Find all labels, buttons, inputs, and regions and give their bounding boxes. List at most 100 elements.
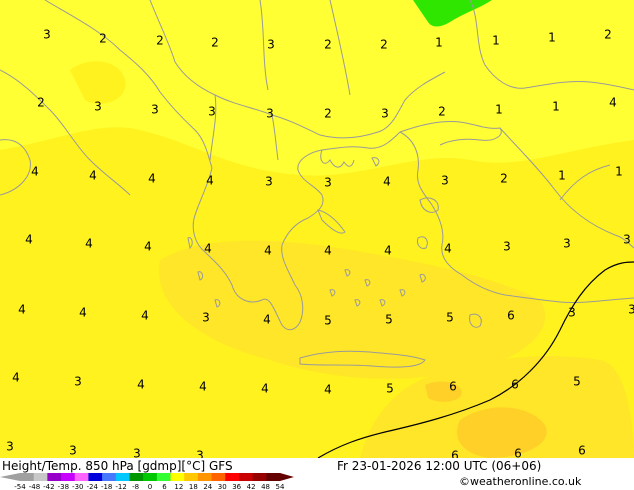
height-label: 2 [99, 32, 107, 46]
colorbar-cell [252, 473, 267, 481]
height-label: 2 [324, 38, 332, 52]
height-label: 3 [196, 449, 204, 459]
height-label: 3 [503, 240, 511, 254]
product-title: Height/Temp. 850 hPa [gdmp][°C] GFS [2, 459, 233, 473]
height-label: 5 [446, 311, 454, 325]
colorbar-tick: 42 [247, 483, 256, 490]
height-label: 3 [69, 444, 77, 458]
height-label: 4 [263, 313, 271, 327]
colorbar-cells [0, 473, 294, 481]
colorbar-cell [33, 473, 48, 481]
height-label: 5 [386, 382, 394, 396]
colorbar-tick-labels: -54 -48 -42 -38 -30 -24 -18 -12 -8 0 6 12 18 24 30 36 42… [14, 483, 285, 490]
colorbar-tick: -18 [101, 483, 112, 490]
temperature-map: 3 2 2 2 3 2 2 1 1 1 2 2 3 3 3 3 2 3 2 1 1 4 4 4 4 4 3 3 4 3 2 1 1 4 4 4 4 4 4 4… [0, 0, 634, 458]
colorbar-tick: -42 [43, 483, 54, 490]
height-label: 4 [85, 237, 93, 251]
colorbar-tick: 0 [148, 483, 152, 490]
height-label: 4 [261, 382, 269, 396]
height-label: 4 [199, 380, 207, 394]
height-label: 4 [31, 165, 39, 179]
height-label: 3 [266, 107, 274, 121]
height-label: 4 [18, 303, 26, 317]
colorbar: -54 -48 -42 -38 -30 -24 -18 -12 -8 0 6 12 18 24 30 36 42… [0, 473, 294, 490]
height-label: 3 [628, 303, 634, 317]
height-label: 2 [37, 96, 45, 110]
height-label: 3 [133, 447, 141, 459]
height-label: 4 [324, 244, 332, 258]
credit-link[interactable]: ©weatheronline.co.uk [459, 475, 581, 488]
colorbar-tick: -30 [72, 483, 83, 490]
height-label: 3 [208, 105, 216, 119]
colorbar-tick: 24 [203, 483, 212, 490]
height-label: 3 [94, 100, 102, 114]
height-label: 6 [514, 447, 522, 459]
colorbar-cell [266, 473, 281, 481]
height-label: 4 [79, 306, 87, 320]
height-label: 2 [604, 28, 612, 42]
height-label: 4 [264, 244, 272, 258]
height-label: 4 [25, 233, 33, 247]
height-label: 5 [573, 375, 581, 389]
colorbar-cell [115, 473, 130, 481]
height-label: 1 [548, 31, 556, 45]
height-label: 1 [558, 169, 566, 183]
colorbar-tick: 30 [218, 483, 227, 490]
colorbar-cell [102, 473, 117, 481]
height-label: 4 [141, 309, 149, 323]
colorbar-arrow-right [280, 473, 294, 481]
valid-time: Fr 23-01-2026 12:00 UTC (06+06) [337, 459, 542, 473]
height-label: 4 [383, 175, 391, 189]
height-label: 3 [267, 38, 275, 52]
height-label: 2 [324, 107, 332, 121]
height-label: 2 [156, 34, 164, 48]
colorbar-tick: 48 [261, 483, 270, 490]
height-label: 3 [568, 306, 576, 320]
colorbar-tick: 18 [189, 483, 198, 490]
colorbar-tick: 36 [232, 483, 241, 490]
height-label: 3 [74, 375, 82, 389]
height-label: 5 [324, 314, 332, 328]
height-label: 3 [324, 176, 332, 190]
colorbar-cell [47, 473, 62, 481]
colorbar-cell [156, 473, 172, 481]
colorbar-tick: -48 [29, 483, 40, 490]
height-label: 3 [202, 311, 210, 325]
colorbar-tick: -8 [132, 483, 139, 490]
colorbar-tick: -12 [115, 483, 126, 490]
height-label: 3 [441, 174, 449, 188]
height-label: 4 [609, 96, 617, 110]
colorbar-cell [74, 473, 89, 481]
height-label: 1 [435, 36, 443, 50]
height-label: 3 [623, 233, 631, 247]
height-label: 3 [563, 237, 571, 251]
colorbar-cell [184, 473, 199, 481]
height-label: 4 [137, 378, 145, 392]
colorbar-cell [211, 473, 226, 481]
height-label: 4 [12, 371, 20, 385]
colorbar-tick: -38 [58, 483, 69, 490]
colorbar-cell [129, 473, 144, 481]
colorbar-cell [197, 473, 213, 481]
height-label: 3 [43, 28, 51, 42]
height-label: 5 [385, 313, 393, 327]
colorbar-cell [61, 473, 76, 481]
height-label: 2 [438, 105, 446, 119]
colorbar-cell [143, 473, 158, 481]
height-label: 4 [89, 169, 97, 183]
height-label: 4 [206, 174, 214, 188]
height-label: 1 [552, 100, 560, 114]
height-label: 4 [148, 172, 156, 186]
temperature-field [0, 0, 634, 458]
colorbar-cell [88, 473, 103, 481]
height-label: 3 [6, 440, 14, 454]
height-label: 4 [384, 244, 392, 258]
height-label: 6 [507, 309, 515, 323]
colorbar-tick: 54 [276, 483, 285, 490]
colorbar-cell [225, 473, 240, 481]
height-label: 2 [211, 36, 219, 50]
colorbar-tick: 12 [174, 483, 183, 490]
height-label: 4 [204, 242, 212, 256]
height-label: 6 [449, 380, 457, 394]
height-label: 4 [324, 383, 332, 397]
